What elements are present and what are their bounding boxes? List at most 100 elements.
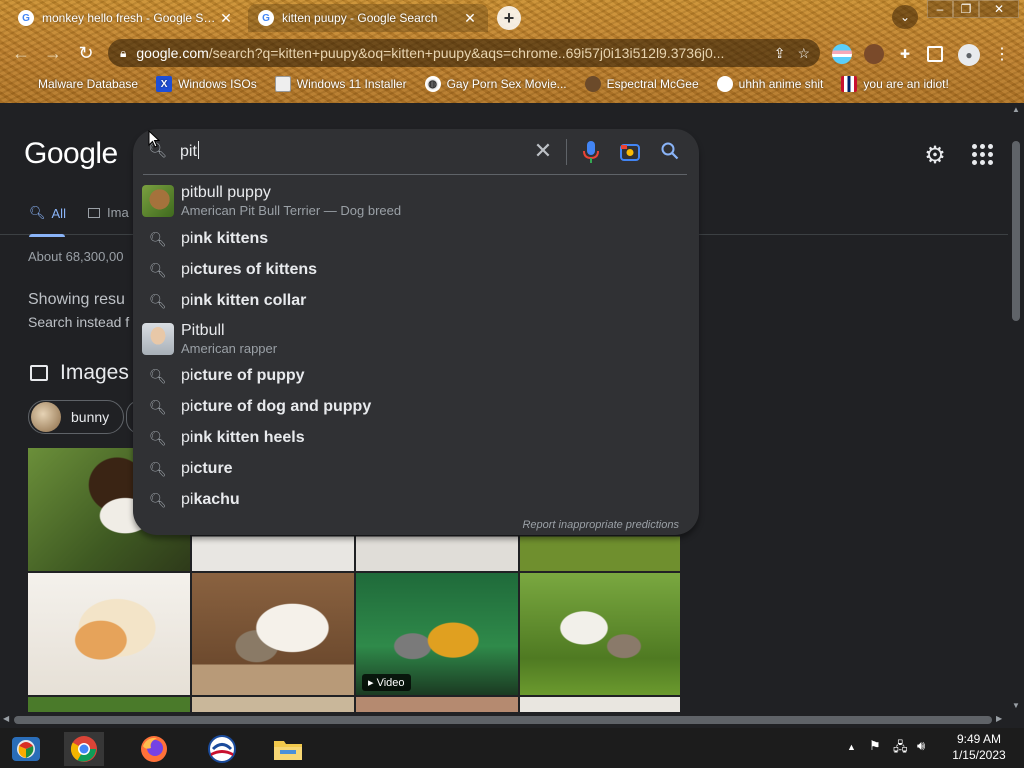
back-arrow-icon[interactable]: ← bbox=[8, 40, 34, 66]
bookmark-label: Malware Database bbox=[38, 77, 139, 91]
suggestion-picture-of-puppy[interactable]: 🔍︎ picture of puppy bbox=[133, 366, 699, 386]
suggestion-pikachu[interactable]: 🔍︎ pikachu bbox=[133, 490, 699, 510]
tab-monkey-hello-fresh[interactable]: G monkey hello fresh - Google Search ✕ bbox=[8, 4, 244, 32]
google-logo[interactable]: Google bbox=[24, 137, 118, 171]
image-result[interactable] bbox=[28, 573, 190, 695]
tab-images-label: Ima bbox=[107, 205, 129, 220]
address-bar[interactable]: 🔒︎ google.com/search?q=kitten+puupy&oq=k… bbox=[108, 39, 820, 67]
bookmark-you-are-an-idiot[interactable]: you are an idiot! bbox=[841, 76, 949, 92]
avatar-icon bbox=[584, 76, 601, 92]
globe-icon: ◍ bbox=[424, 76, 441, 92]
scroll-up-arrow-icon[interactable]: ▲ bbox=[1012, 105, 1020, 114]
suggestion-picture-of-dog-and-puppy[interactable]: 🔍︎ picture of dog and puppy bbox=[133, 397, 699, 417]
suggestion-pictures-of-kittens[interactable]: 🔍︎ pictures of kittens bbox=[133, 260, 699, 280]
tab-kitten-puupy[interactable]: G kitten puupy - Google Search ✕ bbox=[248, 4, 488, 32]
show-hidden-icons-chevron-icon[interactable]: ▲ bbox=[847, 742, 856, 752]
image-result[interactable]: ▸ Video bbox=[356, 573, 518, 695]
images-section-heading[interactable]: Images bbox=[30, 361, 129, 385]
restore-button[interactable]: ❐ bbox=[953, 0, 979, 18]
google-apps-grid-icon[interactable] bbox=[969, 141, 993, 165]
video-label: Video bbox=[376, 677, 405, 689]
bookmarks-bar: Malware Database X Windows ISOs Windows … bbox=[0, 72, 1024, 96]
browser-toolbar: ← → ↻ 🔒︎ google.com/search?q=kitten+puup… bbox=[0, 36, 1024, 70]
taskbar-firefox[interactable] bbox=[134, 732, 174, 766]
taskbar-chrome[interactable] bbox=[64, 732, 104, 766]
suggestion-pink-kittens[interactable]: 🔍︎ pink kittens bbox=[133, 229, 699, 249]
tab-search-chevron-icon[interactable]: ⌄ bbox=[892, 5, 918, 29]
vertical-scrollbar[interactable]: ▲ ▼ bbox=[1008, 103, 1024, 715]
lock-icon[interactable]: 🔒︎ bbox=[120, 46, 126, 61]
bookmark-espectral-mcgee[interactable]: Espectral McGee bbox=[584, 76, 699, 92]
bookmark-label: Windows ISOs bbox=[178, 77, 257, 91]
system-clock[interactable]: 9:49 AM 1/15/2023 bbox=[946, 731, 1012, 763]
voice-search-mic-icon[interactable] bbox=[581, 139, 601, 165]
scrollbar-thumb[interactable] bbox=[1012, 141, 1020, 321]
suggestion-completion: ctures of kittens bbox=[193, 261, 318, 278]
filter-chip-bunny[interactable]: bunny bbox=[28, 400, 125, 434]
tab-all[interactable]: 🔍︎ All bbox=[29, 205, 66, 237]
search-by-image-camera-icon[interactable] bbox=[619, 142, 641, 162]
bookmark-label: Windows 11 Installer bbox=[296, 77, 407, 91]
bookmark-windows-isos[interactable]: X Windows ISOs bbox=[156, 76, 257, 92]
browser-menu-icon[interactable]: ⋮ bbox=[992, 44, 1012, 64]
search-instead-for[interactable]: Search instead f bbox=[28, 314, 129, 330]
report-predictions-link[interactable]: Report inappropriate predictions bbox=[522, 519, 679, 531]
clear-search-icon[interactable]: ✕ bbox=[531, 137, 555, 165]
suggestion-picture[interactable]: 🔍︎ picture bbox=[133, 459, 699, 479]
bookmark-star-icon[interactable]: ☆ bbox=[797, 45, 810, 62]
active-tab-underline bbox=[29, 234, 65, 237]
new-tab-button[interactable]: + bbox=[497, 6, 521, 30]
bookmark-windows-11-installer[interactable]: Windows 11 Installer bbox=[274, 76, 407, 92]
search-submit-icon[interactable] bbox=[659, 139, 681, 163]
bookmark-uhhh-anime-shit[interactable]: uhhh anime shit bbox=[716, 76, 824, 92]
search-input[interactable]: pit bbox=[180, 141, 199, 161]
start-button[interactable] bbox=[6, 732, 46, 766]
search-icon: 🔍︎ bbox=[149, 292, 167, 309]
taskbar-file-explorer[interactable] bbox=[268, 732, 308, 766]
suggestion-pink-kitten-collar[interactable]: 🔍︎ pink kitten collar bbox=[133, 291, 699, 311]
network-icon[interactable]: 🖧︎ bbox=[893, 738, 908, 760]
suggestion-pitbull-puppy[interactable]: pitbull puppy American Pit Bull Terrier … bbox=[133, 183, 699, 219]
image-result[interactable] bbox=[520, 573, 680, 695]
bookmark-malware-database[interactable]: Malware Database bbox=[38, 77, 138, 91]
images-heading-label: Images bbox=[60, 361, 129, 384]
reload-icon[interactable]: ↻ bbox=[73, 40, 99, 66]
scroll-down-arrow-icon[interactable]: ▼ bbox=[1012, 701, 1020, 710]
scroll-right-arrow-icon[interactable]: ▶ bbox=[996, 714, 1002, 723]
minimize-button[interactable]: – bbox=[927, 0, 953, 18]
close-tab-icon[interactable]: ✕ bbox=[218, 10, 234, 27]
volume-icon[interactable]: 🔊︎ bbox=[917, 738, 925, 754]
chip-thumbnail bbox=[31, 402, 61, 432]
taskbar-app-logo[interactable] bbox=[202, 732, 242, 766]
forward-arrow-icon[interactable]: → bbox=[40, 40, 66, 66]
horizontal-scrollbar[interactable]: ◀ ▶ bbox=[0, 712, 1008, 728]
extension-flag-icon[interactable] bbox=[832, 44, 852, 64]
close-window-button[interactable]: ✕ bbox=[979, 0, 1019, 18]
suggestion-pitbull[interactable]: Pitbull American rapper bbox=[133, 321, 699, 357]
close-tab-icon[interactable]: ✕ bbox=[462, 10, 478, 27]
suggestion-typed: pi bbox=[181, 367, 194, 384]
suggestion-completion: nk kitten collar bbox=[193, 292, 307, 309]
tab-images[interactable]: Ima bbox=[88, 205, 129, 220]
profile-avatar-icon[interactable]: ● bbox=[958, 44, 980, 66]
share-icon[interactable]: ⇪ bbox=[774, 45, 786, 62]
action-center-flag-icon[interactable]: ⚑ bbox=[869, 738, 881, 754]
scroll-left-arrow-icon[interactable]: ◀ bbox=[3, 714, 9, 723]
extensions-puzzle-icon[interactable]: ✚ bbox=[895, 44, 915, 64]
suggestion-pink-kitten-heels[interactable]: 🔍︎ pink kitten heels bbox=[133, 428, 699, 448]
search-icon: 🔍︎ bbox=[149, 429, 167, 446]
tab-title: monkey hello fresh - Google Search bbox=[42, 11, 218, 25]
bookmark-label: uhhh anime shit bbox=[738, 77, 824, 91]
bookmark-label: Espectral McGee bbox=[606, 77, 699, 91]
suggestion-typed: pi bbox=[181, 460, 194, 477]
suggestion-typed: pi bbox=[181, 398, 194, 415]
image-result[interactable] bbox=[192, 573, 354, 695]
settings-gear-icon[interactable]: ⚙ bbox=[921, 141, 949, 169]
circle-logo-icon bbox=[208, 735, 236, 763]
suggestion-typed: pi bbox=[181, 292, 194, 309]
image-icon bbox=[30, 365, 48, 381]
bookmark-gay-porn-sex-movie[interactable]: ◍ Gay Porn Sex Movie... bbox=[424, 76, 567, 92]
extension-avatar-icon[interactable] bbox=[864, 44, 884, 64]
scrollbar-thumb[interactable] bbox=[14, 716, 992, 724]
side-panel-icon[interactable] bbox=[927, 46, 943, 62]
